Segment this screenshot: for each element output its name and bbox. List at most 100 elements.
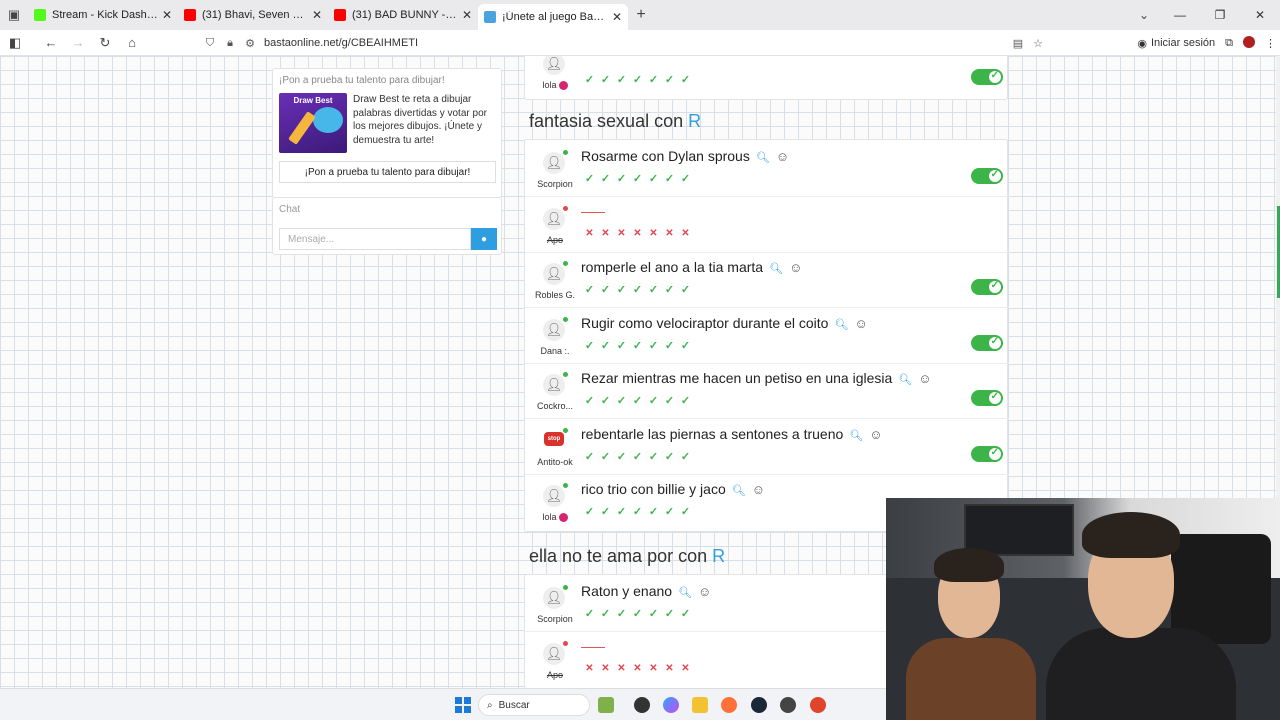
check-icon: ✓ xyxy=(616,450,627,463)
cross-icon: ✕ xyxy=(617,227,626,239)
tab-favicon-icon xyxy=(34,9,46,21)
tab-list-icon[interactable]: ▣ xyxy=(0,0,28,30)
widgets-icon[interactable] xyxy=(598,697,614,713)
stop-badge-icon: stop xyxy=(544,431,564,446)
valid-answer-toggle[interactable]: ✓ xyxy=(971,168,1003,184)
chat-card: Chat Mensaje... ● xyxy=(272,197,502,255)
answer-text: Rezar mientras me hacen un petiso en una… xyxy=(581,370,932,386)
app-g-icon[interactable] xyxy=(634,697,650,713)
reload-icon[interactable]: ↻ xyxy=(93,35,117,51)
check-icon: ✓ xyxy=(632,74,643,86)
extensions-icon[interactable]: ⧉ xyxy=(1225,37,1233,50)
search-answer-icon[interactable]: 🔍︎ xyxy=(678,587,692,599)
chat-heading: Chat xyxy=(279,204,301,215)
toolbar-right: ◉ Iniciar sesión ⧉ ⋮ xyxy=(1137,30,1276,56)
webcam-overlay xyxy=(886,498,1280,720)
react-emoji-icon[interactable]: ☺ xyxy=(869,427,882,442)
sign-in-button[interactable]: ◉ Iniciar sesión xyxy=(1137,37,1215,50)
start-menu-icon[interactable] xyxy=(455,697,471,713)
player-name: lola xyxy=(525,512,585,523)
react-emoji-icon[interactable]: ☺ xyxy=(789,260,802,275)
vote-checkmarks: ✓ ✓ ✓ ✓ ✓ ✓ ✓ xyxy=(583,339,692,352)
cross-icon: ✕ xyxy=(585,662,594,674)
check-icon: ✓ xyxy=(648,74,659,86)
search-answer-icon[interactable]: 🔍︎ xyxy=(756,152,770,164)
player-name: Robles G. xyxy=(534,290,576,300)
search-answer-icon[interactable]: 🔍︎ xyxy=(834,319,848,331)
cross-icon: ✕ xyxy=(617,662,626,674)
close-window-icon[interactable]: ✕ xyxy=(1240,0,1280,30)
valid-answer-toggle[interactable]: ✓ xyxy=(971,334,1003,351)
file-explorer-icon[interactable] xyxy=(692,697,708,713)
player-name: Apo xyxy=(546,234,563,245)
answer-row: stop Antito-ok rebentarle las piernas a se… xyxy=(525,420,1009,475)
close-tab-icon[interactable]: ✕ xyxy=(612,10,622,24)
check-icon: ✓ xyxy=(664,339,675,352)
close-tab-icon[interactable]: ✕ xyxy=(462,8,472,22)
browser-tab[interactable]: ¡Únete al juego Basta! ✕ xyxy=(478,4,628,30)
search-answer-icon[interactable]: 🔍︎ xyxy=(769,263,783,275)
site-settings-icon[interactable]: ⚙︎ xyxy=(240,37,260,50)
copilot-icon[interactable] xyxy=(663,697,679,713)
reader-view-icon[interactable]: ▤ xyxy=(1008,37,1028,50)
bookmark-star-icon[interactable]: ☆ xyxy=(1028,37,1048,50)
game-icon[interactable] xyxy=(810,697,826,713)
category-answers-card: 👤︎ Scorpion Rosarme con Dylan sprous 🔍︎ ☺ ✓ ✓ ✓… xyxy=(524,139,1009,532)
search-answer-icon[interactable]: 🔍︎ xyxy=(732,485,746,497)
forward-icon[interactable]: → xyxy=(66,35,90,50)
chat-message-input[interactable]: Mensaje... xyxy=(279,228,471,250)
check-icon: ✓ xyxy=(680,173,691,185)
address-bar[interactable]: ⛉ 🔒︎ ⚙︎ bastaonline.net/g/CBEAIHMETI ▤ ☆ xyxy=(200,33,1048,53)
category-label: ella no te ama por con xyxy=(529,546,708,566)
check-icon: ✓ xyxy=(600,608,611,620)
sidebar-toggle-icon[interactable]: ◧ xyxy=(3,35,27,51)
tab-favicon-icon xyxy=(184,9,196,21)
taskbar-search[interactable]: ⌕ Buscar xyxy=(478,694,590,716)
draw-best-image[interactable]: Draw Best xyxy=(279,93,347,153)
promo-button[interactable]: ¡Pon a prueba tu talento para dibujar! xyxy=(279,161,496,183)
menu-icon[interactable]: ⋮ xyxy=(1265,37,1276,50)
search-answer-icon[interactable]: 🔍︎ xyxy=(898,374,912,386)
player-status-dot xyxy=(563,483,568,488)
react-emoji-icon[interactable]: ☺ xyxy=(854,316,867,331)
search-answer-icon[interactable]: 🔍︎ xyxy=(849,430,863,442)
browser-tab[interactable]: (31) Bhavi, Seven Kayne, Shako ✕ xyxy=(178,0,328,30)
app-icon[interactable] xyxy=(780,697,796,713)
check-icon: ✓ xyxy=(680,450,691,463)
react-emoji-icon[interactable]: ☺ xyxy=(752,482,765,497)
back-icon[interactable]: ← xyxy=(39,35,63,50)
tab-search-chevron-icon[interactable]: ⌄ xyxy=(1132,0,1156,30)
shield-icon[interactable]: ⛉ xyxy=(200,37,220,50)
firefox-icon[interactable] xyxy=(721,697,737,713)
browser-tab[interactable]: (31) BAD BUNNY - BOOKER T (V ✕ xyxy=(328,0,478,30)
minimize-icon[interactable]: — xyxy=(1160,0,1200,30)
valid-answer-toggle[interactable]: ✓ xyxy=(971,279,1003,295)
check-icon: ✓ xyxy=(648,608,659,620)
cross-icon: ✕ xyxy=(649,227,658,239)
react-emoji-icon[interactable]: ☺ xyxy=(918,371,931,386)
toggle-check-icon: ✓ xyxy=(990,70,999,81)
send-message-button[interactable]: ● xyxy=(471,228,497,250)
steam-icon[interactable] xyxy=(751,697,767,713)
answer-text: romperle el ano a la tia marta 🔍︎ ☺ xyxy=(581,259,803,275)
maximize-icon[interactable]: ❐ xyxy=(1200,0,1240,30)
url-text[interactable]: bastaonline.net/g/CBEAIHMETI xyxy=(264,37,418,49)
profile-icon[interactable] xyxy=(1243,35,1255,51)
react-emoji-icon[interactable]: ☺ xyxy=(776,149,789,164)
valid-answer-toggle[interactable]: ✓ xyxy=(971,390,1003,406)
player-avatar-icon: 👤︎ xyxy=(543,642,565,665)
valid-answer-toggle[interactable]: ✓ xyxy=(971,69,1003,85)
close-tab-icon[interactable]: ✕ xyxy=(162,8,172,22)
home-icon[interactable]: ⌂ xyxy=(120,35,144,50)
vote-crosses: ✕ ✕ ✕ ✕ ✕ ✕ ✕ xyxy=(583,228,692,239)
lock-icon[interactable]: 🔒︎ xyxy=(220,37,240,50)
answer-row: 👤︎ Scorpion Rosarme con Dylan sprous 🔍︎ ☺ ✓ ✓ ✓… xyxy=(525,142,1009,197)
browser-tab[interactable]: Stream - Kick Dashboard ✕ xyxy=(28,0,178,30)
check-icon: ✓ xyxy=(584,450,595,463)
close-tab-icon[interactable]: ✕ xyxy=(312,8,322,22)
check-icon: ✓ xyxy=(632,173,643,185)
react-emoji-icon[interactable]: ☺ xyxy=(698,584,711,599)
valid-answer-toggle[interactable]: ✓ xyxy=(971,445,1003,462)
new-tab-button[interactable]: + xyxy=(628,6,654,24)
vote-checkmarks: ✓ ✓ ✓ ✓ ✓ ✓ ✓ xyxy=(583,607,692,620)
